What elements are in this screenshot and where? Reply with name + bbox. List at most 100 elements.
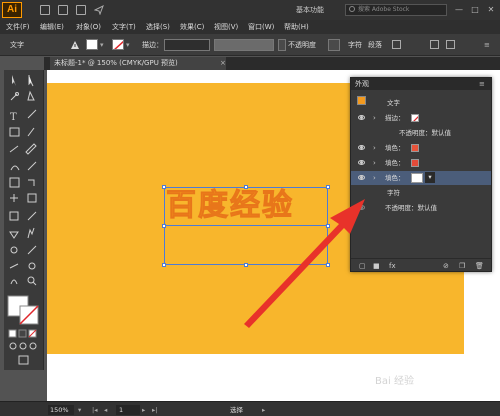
appearance-object-label: 文字 bbox=[387, 99, 400, 107]
handle-bottom-middle[interactable] bbox=[244, 263, 248, 267]
status-play-icon[interactable]: ▸ bbox=[262, 405, 265, 415]
fill-swatch[interactable] bbox=[411, 173, 423, 183]
panel-menu-icon[interactable]: ≡ bbox=[479, 78, 485, 90]
duplicate-item-icon[interactable]: ❐ bbox=[459, 262, 465, 270]
menu-select[interactable]: 选择(S) bbox=[146, 20, 170, 34]
expand-chevron-icon[interactable]: › bbox=[373, 113, 376, 123]
row-label: 填色： bbox=[385, 159, 405, 167]
chevron-down-icon[interactable]: ▾ bbox=[425, 172, 435, 183]
appearance-row-opacity[interactable]: 不透明度：默认值 bbox=[351, 201, 491, 215]
previous-artboard-icon[interactable]: ◂ bbox=[104, 405, 107, 415]
menu-file[interactable]: 文件(F) bbox=[6, 20, 30, 34]
appearance-row-stroke-opacity[interactable]: 不透明度：默认值 bbox=[351, 126, 491, 140]
appearance-row-stroke[interactable]: › 描边： bbox=[351, 111, 491, 125]
warning-icon bbox=[70, 40, 80, 52]
align-icon[interactable] bbox=[430, 40, 439, 49]
stroke-dropdown-chevron-icon[interactable]: ▾ bbox=[126, 40, 130, 50]
stock-icon[interactable] bbox=[58, 5, 68, 15]
text-grid-icon[interactable] bbox=[392, 40, 401, 49]
handle-bottom-left[interactable] bbox=[162, 263, 166, 267]
opacity-value[interactable] bbox=[328, 39, 340, 51]
character-link[interactable]: 字符 bbox=[348, 40, 362, 50]
stock-search-input[interactable]: 搜索 Adobe Stock bbox=[345, 4, 447, 16]
delete-icon[interactable]: 🗑 bbox=[475, 262, 484, 270]
zoom-field[interactable]: 150% bbox=[48, 405, 74, 415]
expand-chevron-icon[interactable]: › bbox=[373, 143, 376, 153]
handle-top-middle[interactable] bbox=[244, 185, 248, 189]
appearance-row-fill-1[interactable]: › 填色： bbox=[351, 141, 491, 155]
menu-window[interactable]: 窗口(W) bbox=[248, 20, 274, 34]
handle-top-right[interactable] bbox=[326, 185, 330, 189]
document-tab-title: 未标题-1* @ 150% (CMYK/GPU 预览) bbox=[54, 59, 178, 67]
row-label: 填色： bbox=[385, 174, 405, 182]
visibility-eye-icon[interactable] bbox=[358, 145, 365, 150]
variable-width-profile[interactable] bbox=[214, 39, 274, 51]
menu-object[interactable]: 对象(O) bbox=[76, 20, 101, 34]
row-label[interactable]: 不透明度：默认值 bbox=[385, 203, 437, 213]
fill-dropdown-chevron-icon[interactable]: ▾ bbox=[100, 40, 104, 50]
menu-bar: 文件(F) 编辑(E) 对象(O) 文字(T) 选择(S) 效果(C) 视图(V… bbox=[0, 20, 500, 34]
control-panel-menu-icon[interactable]: ≡ bbox=[484, 40, 490, 50]
watermark-text: Bai 经验 bbox=[375, 376, 414, 387]
selection-bounding-box[interactable] bbox=[164, 187, 328, 265]
appearance-thumbnail bbox=[357, 96, 366, 105]
menu-view[interactable]: 视图(V) bbox=[214, 20, 238, 34]
handle-middle-right[interactable] bbox=[326, 224, 330, 228]
arrange-documents-icon[interactable] bbox=[76, 5, 86, 15]
visibility-eye-icon[interactable] bbox=[358, 205, 365, 210]
expand-chevron-icon[interactable]: › bbox=[373, 158, 376, 168]
artboard-number-field[interactable]: 1 bbox=[116, 405, 140, 415]
current-tool-label: 选择 bbox=[230, 406, 243, 414]
expand-chevron-icon[interactable]: › bbox=[373, 173, 376, 183]
menu-edit[interactable]: 编辑(E) bbox=[40, 20, 64, 34]
stroke-color-swatch[interactable] bbox=[112, 39, 124, 50]
handle-middle-left[interactable] bbox=[162, 224, 166, 228]
maximize-button[interactable]: □ bbox=[468, 3, 482, 16]
stroke-weight-input[interactable] bbox=[164, 39, 210, 51]
visibility-eye-icon[interactable] bbox=[358, 160, 365, 165]
appearance-panel-header[interactable]: 外观 ≡ bbox=[351, 78, 491, 90]
appearance-panel-title: 外观 bbox=[355, 80, 369, 88]
row-label: 填色： bbox=[385, 144, 405, 152]
add-new-stroke-icon[interactable]: ▢ bbox=[359, 262, 366, 270]
appearance-panel[interactable]: 外观 ≡ 文字 › 描边： 不透明度：默认值 › 填色： › 填色： › 填色：… bbox=[350, 77, 492, 272]
bridge-icon[interactable] bbox=[40, 5, 50, 15]
first-artboard-icon[interactable]: |◂ bbox=[92, 405, 97, 415]
send-icon[interactable] bbox=[93, 4, 104, 16]
document-tab[interactable]: 未标题-1* @ 150% (CMYK/GPU 预览) × bbox=[50, 57, 226, 70]
tool-icons: T bbox=[7, 75, 39, 365]
fill-swatch[interactable] bbox=[411, 144, 419, 152]
close-tab-icon[interactable]: × bbox=[220, 57, 226, 70]
minimize-button[interactable]: — bbox=[452, 3, 466, 16]
tools-panel: T bbox=[4, 70, 44, 370]
last-artboard-icon[interactable]: ▸| bbox=[152, 405, 157, 415]
control-bar: 文字 ▾ ▾ 描边： 不透明度 字符 段落 ≡ bbox=[0, 34, 500, 56]
visibility-eye-icon[interactable] bbox=[358, 175, 365, 180]
stroke-none-swatch[interactable] bbox=[411, 114, 419, 122]
opacity-label[interactable]: 不透明度 bbox=[288, 40, 316, 50]
appearance-row-fill-2[interactable]: › 填色： bbox=[351, 156, 491, 170]
row-label[interactable]: 不透明度：默认值 bbox=[399, 128, 451, 138]
workspace-switcher[interactable]: 基本功能 bbox=[296, 4, 324, 16]
handle-bottom-right[interactable] bbox=[326, 263, 330, 267]
appearance-row-characters[interactable]: 字符 bbox=[351, 186, 491, 200]
add-new-fill-icon[interactable]: ■ bbox=[373, 262, 380, 270]
menu-help[interactable]: 帮助(H) bbox=[284, 20, 309, 34]
paragraph-link[interactable]: 段落 bbox=[368, 40, 382, 50]
close-button[interactable]: ✕ bbox=[484, 3, 498, 16]
fill-swatch[interactable] bbox=[411, 159, 419, 167]
visibility-eye-icon[interactable] bbox=[358, 115, 365, 120]
handle-top-left[interactable] bbox=[162, 185, 166, 189]
next-artboard-icon[interactable]: ▸ bbox=[142, 405, 145, 415]
zoom-dropdown-chevron-icon[interactable]: ▾ bbox=[78, 405, 81, 415]
appearance-row-fill-3[interactable]: › 填色： ▾ bbox=[351, 171, 491, 185]
menu-effect[interactable]: 效果(C) bbox=[180, 20, 204, 34]
clear-appearance-icon[interactable]: ⊘ bbox=[443, 262, 449, 270]
add-new-effect-icon[interactable]: fx bbox=[389, 262, 396, 270]
fill-color-swatch[interactable] bbox=[86, 39, 98, 50]
brush-definition[interactable] bbox=[278, 39, 286, 51]
transform-icon[interactable] bbox=[446, 40, 455, 49]
appearance-footer: ▢ ■ fx ⊘ ❐ 🗑 bbox=[351, 258, 491, 272]
text-baseline bbox=[164, 225, 328, 226]
menu-type[interactable]: 文字(T) bbox=[112, 20, 136, 34]
